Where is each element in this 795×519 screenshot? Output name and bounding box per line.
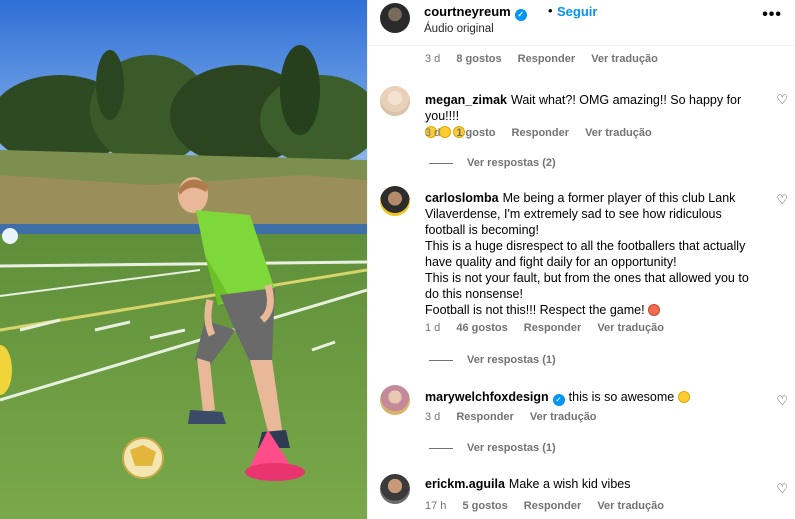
- commenter-avatar[interactable]: [380, 474, 410, 504]
- commenter-avatar[interactable]: [380, 86, 410, 116]
- comment-meta: 3 d 8 gostos Responder Ver tradução: [425, 53, 658, 65]
- post-video[interactable]: [0, 0, 367, 519]
- follow-button[interactable]: Seguir: [557, 4, 597, 19]
- clap-emoji-icon: [677, 391, 690, 403]
- comment-text: marywelchfoxdesign ✓ this is so awesome: [425, 389, 765, 406]
- replies-divider: [429, 162, 453, 164]
- comment-username[interactable]: marywelchfoxdesign: [425, 390, 549, 404]
- replies-divider: [429, 447, 453, 449]
- like-heart-icon[interactable]: ♡: [776, 481, 788, 497]
- commenter-avatar[interactable]: [380, 385, 410, 415]
- like-heart-icon[interactable]: ♡: [776, 393, 788, 409]
- comment-username[interactable]: carloslomba: [425, 191, 499, 205]
- view-replies-button[interactable]: Ver respostas (1): [429, 354, 556, 366]
- audio-label[interactable]: Áudio original: [424, 23, 494, 35]
- comment-meta: 1 d 46 gostos Responder Ver tradução: [425, 322, 664, 334]
- post-header: courtneyreum ✓ • Seguir Áudio original ••…: [368, 0, 795, 46]
- comment-username[interactable]: erickm.aguila: [425, 477, 505, 491]
- author-username[interactable]: courtneyreum ✓: [424, 4, 527, 21]
- header-separator: •: [548, 3, 553, 18]
- verified-badge-icon: ✓: [552, 394, 565, 406]
- replies-divider: [429, 359, 453, 361]
- comment-text: erickm.aguila Make a wish kid vibes: [425, 477, 631, 491]
- comment-username[interactable]: megan_zimak: [425, 93, 507, 107]
- author-avatar[interactable]: [380, 3, 410, 33]
- more-options-icon[interactable]: •••: [762, 6, 782, 24]
- commenter-avatar[interactable]: [380, 186, 410, 216]
- comment-meta: 3 d Responder Ver tradução: [425, 411, 597, 423]
- comment-text: carloslomba Me being a former player of t…: [425, 191, 749, 317]
- comment-meta: 17 h 5 gostos Responder Ver tradução: [425, 500, 664, 512]
- verified-badge-icon: ✓: [514, 9, 527, 21]
- comment-meta: 3 d 1 gosto Responder Ver tradução: [425, 127, 652, 139]
- like-heart-icon[interactable]: ♡: [776, 192, 788, 208]
- angry-emoji-icon: [648, 304, 661, 316]
- like-heart-icon[interactable]: ♡: [776, 92, 788, 108]
- view-replies-button[interactable]: Ver respostas (2): [429, 157, 556, 169]
- view-replies-button[interactable]: Ver respostas (1): [429, 442, 556, 454]
- video-frame: [0, 0, 367, 519]
- comments-panel: courtneyreum ✓ • Seguir Áudio original ••…: [367, 0, 795, 519]
